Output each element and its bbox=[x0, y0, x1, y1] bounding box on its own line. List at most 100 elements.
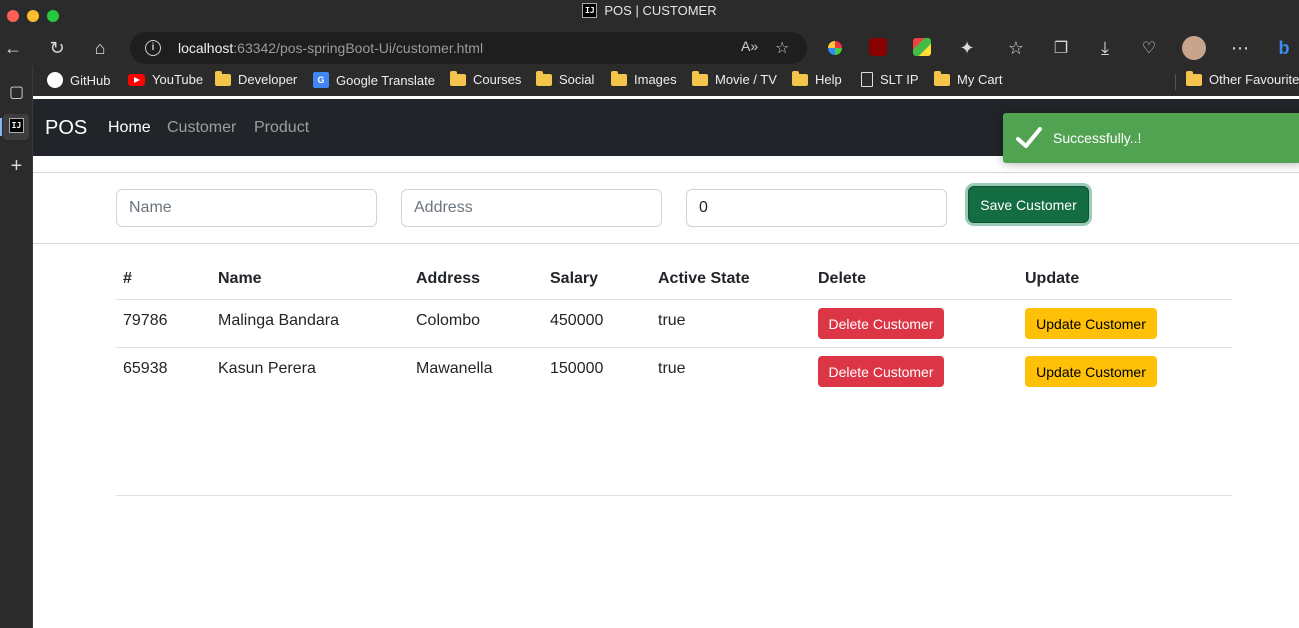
column-header-id: # bbox=[123, 270, 132, 287]
cell-salary: 150000 bbox=[550, 360, 604, 377]
salary-input[interactable] bbox=[686, 189, 947, 227]
browser-toolbar: ← ↻ ⌂ i localhost:63342/pos-springBoot-U… bbox=[0, 30, 1299, 66]
vertical-tabs-sidebar: ▢ IJ + bbox=[0, 66, 33, 628]
health-icon[interactable]: ♡ bbox=[1137, 36, 1161, 60]
home-icon[interactable]: ⌂ bbox=[88, 36, 112, 60]
bookmark-other-favourites[interactable]: Other Favourites bbox=[1186, 70, 1299, 87]
youtube-icon bbox=[128, 73, 145, 86]
bookmark-label: Social bbox=[559, 72, 595, 87]
bookmark-youtube[interactable]: YouTube bbox=[128, 72, 203, 87]
cell-name: Malinga Bandara bbox=[218, 312, 339, 329]
cell-salary: 450000 bbox=[550, 312, 604, 329]
name-input[interactable] bbox=[116, 189, 377, 227]
google-translate-icon: G bbox=[313, 72, 329, 88]
brand-logo[interactable]: POS bbox=[45, 117, 87, 140]
folder-icon bbox=[1186, 70, 1202, 86]
puzzle-extension-icon[interactable] bbox=[913, 38, 931, 56]
new-tab-icon[interactable]: + bbox=[0, 155, 33, 178]
update-customer-button[interactable]: Update Customer bbox=[1025, 308, 1157, 339]
folder-icon bbox=[215, 70, 231, 86]
address-bar[interactable]: i localhost:63342/pos-springBoot-Ui/cust… bbox=[130, 32, 807, 64]
document-icon bbox=[861, 72, 873, 87]
delete-customer-button[interactable]: Delete Customer bbox=[818, 308, 944, 339]
bookmark-label: Movie / TV bbox=[715, 72, 777, 87]
more-menu-icon[interactable]: ⋯ bbox=[1228, 36, 1252, 60]
nav-link-product[interactable]: Product bbox=[254, 119, 309, 137]
bookmark-label: Developer bbox=[238, 72, 298, 87]
url-host: localhost bbox=[178, 40, 234, 56]
column-header-update: Update bbox=[1025, 270, 1080, 287]
bookmark-github[interactable]: GitHub bbox=[47, 72, 110, 88]
github-icon bbox=[47, 72, 63, 88]
intellij-icon: IJ bbox=[582, 2, 598, 18]
bookmark-help[interactable]: Help bbox=[792, 70, 842, 87]
bookmark-my-cart[interactable]: My Cart bbox=[934, 70, 1003, 87]
table-bottom-border bbox=[116, 495, 1232, 496]
address-input[interactable] bbox=[401, 189, 662, 227]
folder-icon bbox=[611, 70, 627, 86]
bookmarks-separator bbox=[1175, 74, 1176, 90]
cell-address: Mawanella bbox=[416, 360, 493, 377]
url-text[interactable]: localhost:63342/pos-springBoot-Ui/custom… bbox=[178, 40, 483, 56]
read-aloud-icon[interactable]: A» bbox=[741, 38, 758, 54]
update-customer-button[interactable]: Update Customer bbox=[1025, 356, 1157, 387]
ublock-extension-icon[interactable] bbox=[869, 38, 887, 56]
column-header-delete: Delete bbox=[818, 270, 867, 287]
table-row[interactable]: 65938 Kasun Perera Mawanella 150000 true… bbox=[116, 347, 1232, 395]
column-header-address: Address bbox=[416, 270, 481, 287]
bookmark-social[interactable]: Social bbox=[536, 70, 595, 87]
bookmark-label: Google Translate bbox=[336, 72, 436, 88]
bookmark-developer[interactable]: Developer bbox=[215, 70, 298, 87]
folder-icon bbox=[934, 70, 950, 86]
profile-avatar[interactable] bbox=[1182, 36, 1206, 60]
cell-active-state: true bbox=[658, 312, 686, 329]
folder-icon bbox=[536, 70, 552, 86]
divider-top bbox=[33, 172, 1299, 173]
folder-icon bbox=[450, 70, 466, 86]
bookmark-label: Images bbox=[634, 72, 677, 87]
save-customer-button[interactable]: Save Customer bbox=[968, 186, 1089, 223]
folder-icon bbox=[792, 70, 808, 86]
bookmark-label: My Cart bbox=[957, 72, 1003, 87]
cell-address: Colombo bbox=[416, 312, 481, 329]
nav-link-home[interactable]: Home bbox=[108, 119, 151, 137]
bookmark-slt-ip[interactable]: SLT IP bbox=[861, 72, 919, 87]
site-info-icon[interactable]: i bbox=[145, 40, 161, 56]
tab-favicon: IJ bbox=[9, 118, 24, 133]
bing-icon[interactable]: b bbox=[1272, 36, 1296, 60]
add-favorite-icon[interactable]: ☆ bbox=[775, 38, 789, 58]
bookmark-images[interactable]: Images bbox=[611, 70, 677, 87]
window-title: IJ POS | CUSTOMER bbox=[0, 0, 1299, 20]
tab-actions-icon[interactable]: ▢ bbox=[0, 82, 33, 102]
cell-id: 79786 bbox=[123, 312, 168, 329]
intellij-tab-icon[interactable]: IJ bbox=[0, 118, 33, 133]
table-row[interactable]: 79786 Malinga Bandara Colombo 450000 tru… bbox=[116, 299, 1232, 347]
bookmark-label: Courses bbox=[473, 72, 522, 87]
checkmark-icon bbox=[1016, 127, 1042, 148]
favorites-icon[interactable]: ☆ bbox=[1004, 36, 1028, 60]
divider-bottom bbox=[33, 243, 1299, 244]
column-header-name: Name bbox=[218, 270, 262, 287]
back-icon[interactable]: ← bbox=[1, 36, 25, 60]
column-header-active-state: Active State bbox=[658, 270, 750, 287]
downloads-icon[interactable]: ⤓ bbox=[1093, 36, 1117, 60]
reload-icon[interactable]: ↻ bbox=[45, 36, 69, 60]
delete-customer-button[interactable]: Delete Customer bbox=[818, 356, 944, 387]
cell-name: Kasun Perera bbox=[218, 360, 316, 377]
nav-link-customer[interactable]: Customer bbox=[167, 119, 236, 137]
bookmark-label: GitHub bbox=[70, 72, 111, 88]
column-header-salary: Salary bbox=[550, 270, 599, 287]
cell-id: 65938 bbox=[123, 360, 168, 377]
bookmark-movie-tv[interactable]: Movie / TV bbox=[692, 70, 777, 87]
window-titlebar: IJ POS | CUSTOMER bbox=[0, 0, 1299, 30]
window-title-text: POS | CUSTOMER bbox=[604, 2, 717, 18]
bookmark-label: SLT IP bbox=[880, 72, 919, 87]
url-path: :63342/pos-springBoot-Ui/customer.html bbox=[233, 40, 484, 56]
color-extension-icon[interactable] bbox=[825, 38, 845, 58]
success-toast[interactable]: Successfully..! bbox=[1003, 113, 1299, 163]
extensions-icon[interactable]: ✦ bbox=[955, 36, 979, 60]
bookmark-courses[interactable]: Courses bbox=[450, 70, 522, 87]
collections-icon[interactable]: ❐ bbox=[1049, 36, 1073, 60]
bookmark-google-translate[interactable]: G Google Translate bbox=[313, 72, 435, 88]
bookmarks-bar: GitHub YouTube Developer G Google Transla… bbox=[33, 66, 1299, 96]
